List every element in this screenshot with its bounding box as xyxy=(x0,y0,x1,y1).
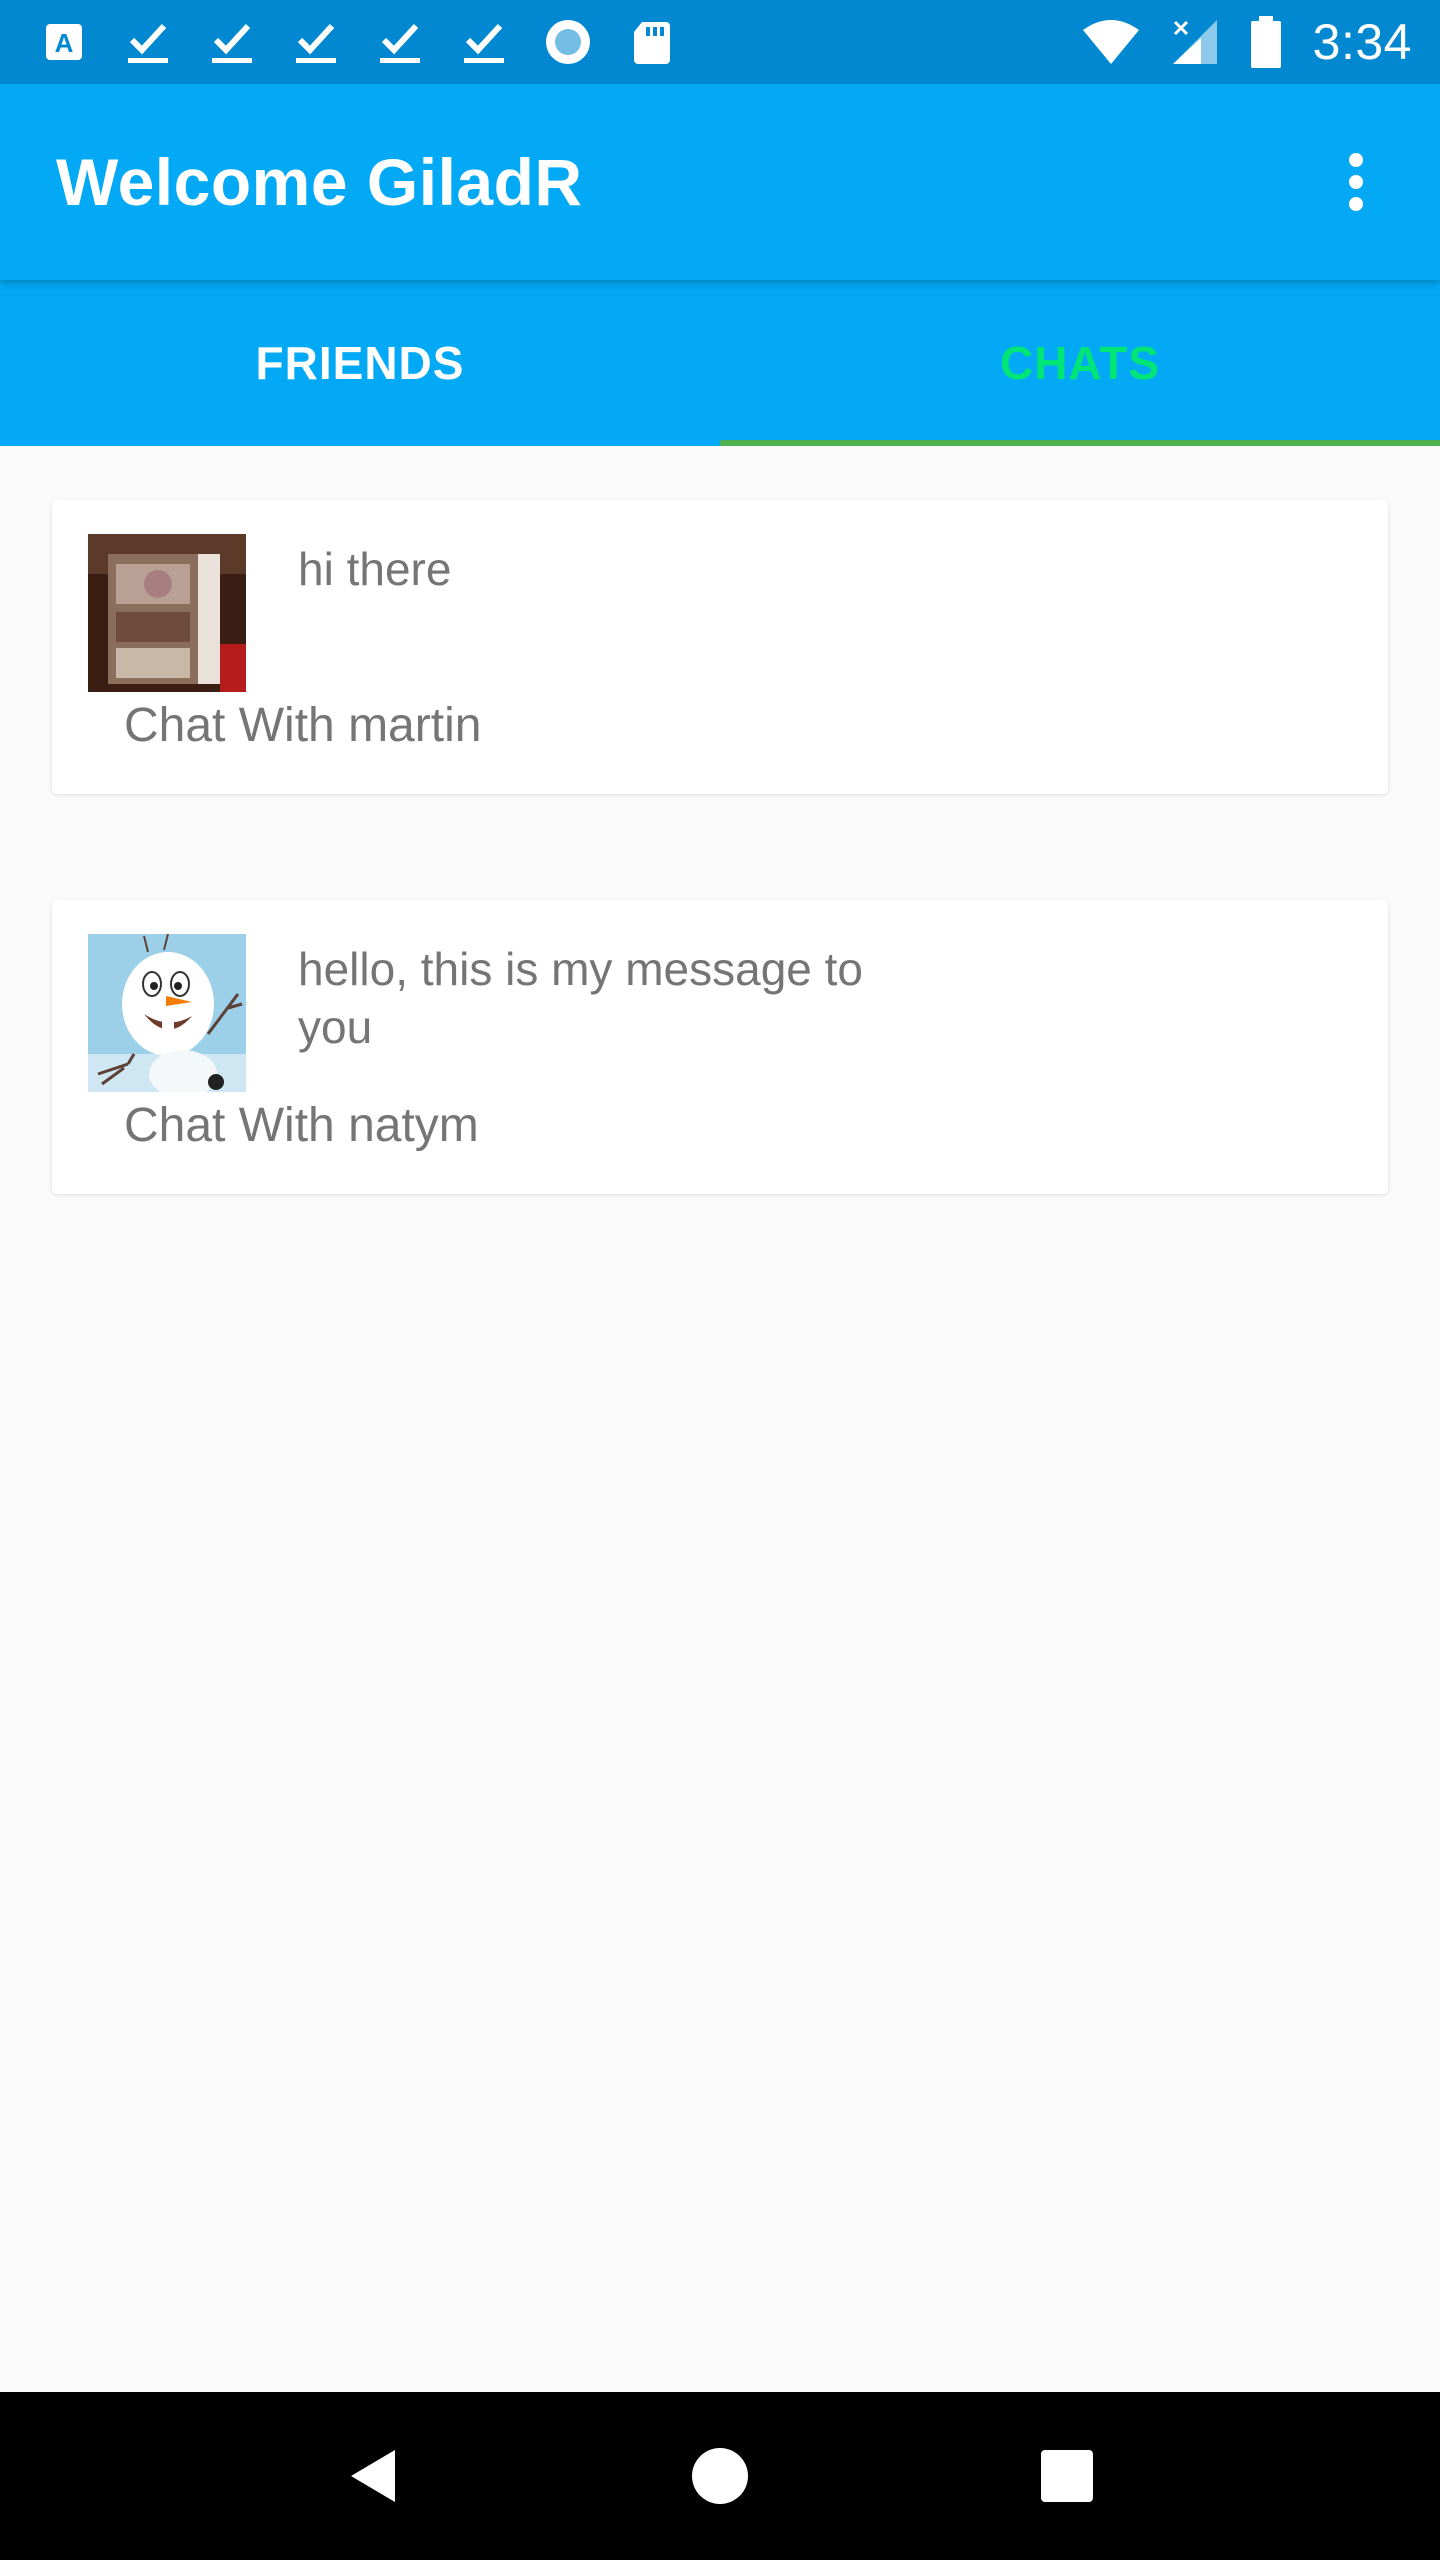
check-download-icon xyxy=(460,18,508,66)
app-bar: Welcome GiladR xyxy=(0,84,1440,280)
home-button[interactable] xyxy=(660,2416,780,2536)
status-bar-system: 3:34 xyxy=(1081,13,1412,71)
record-circle-icon xyxy=(544,18,592,66)
martin-photo xyxy=(88,534,246,692)
chat-title: Chat With martin xyxy=(124,699,482,752)
status-bar-notifications: A xyxy=(40,18,1081,66)
chat-item-martin[interactable]: hi there Chat With martin xyxy=(52,500,1388,794)
status-bar: A 3:34 xyxy=(0,0,1440,84)
navigation-bar xyxy=(0,2392,1440,2560)
tab-friends[interactable]: FRIENDS xyxy=(0,280,720,446)
battery-icon xyxy=(1249,16,1283,68)
wifi-icon xyxy=(1081,18,1141,66)
check-download-icon xyxy=(376,18,424,66)
chat-last-message: hi there xyxy=(298,543,452,595)
chat-last-message: hello, this is my message to you xyxy=(298,943,864,1053)
avatar xyxy=(88,534,246,692)
more-options-button[interactable] xyxy=(1308,134,1404,230)
font-a-icon: A xyxy=(40,18,88,66)
avatar xyxy=(88,934,246,1092)
chat-title: Chat With natym xyxy=(124,1099,479,1152)
back-icon xyxy=(351,2450,396,2502)
cellular-no-signal-icon xyxy=(1171,18,1219,66)
tab-bar: FRIENDS CHATS xyxy=(0,280,1440,446)
recents-icon xyxy=(1040,2450,1093,2502)
tab-chats[interactable]: CHATS xyxy=(720,280,1440,446)
page-title: Welcome GiladR xyxy=(56,145,583,219)
back-button[interactable] xyxy=(313,2416,433,2536)
snowman-photo xyxy=(88,934,246,1092)
chat-item-natym[interactable]: hello, this is my message to you Chat Wi… xyxy=(52,900,1388,1194)
check-download-icon xyxy=(208,18,256,66)
check-download-icon xyxy=(124,18,172,66)
home-icon xyxy=(691,2448,748,2504)
check-download-icon xyxy=(292,18,340,66)
more-vert-icon xyxy=(1349,153,1363,211)
status-time: 3:34 xyxy=(1312,14,1412,70)
svg-text:A: A xyxy=(55,28,74,58)
recents-button[interactable] xyxy=(1007,2416,1127,2536)
sd-card-icon xyxy=(628,18,676,66)
